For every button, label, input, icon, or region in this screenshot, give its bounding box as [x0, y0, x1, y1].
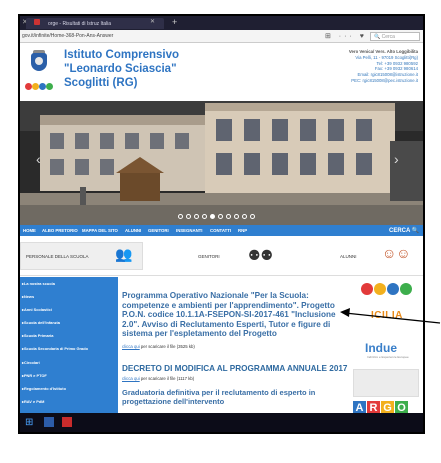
- annotation-arrow: [340, 308, 441, 324]
